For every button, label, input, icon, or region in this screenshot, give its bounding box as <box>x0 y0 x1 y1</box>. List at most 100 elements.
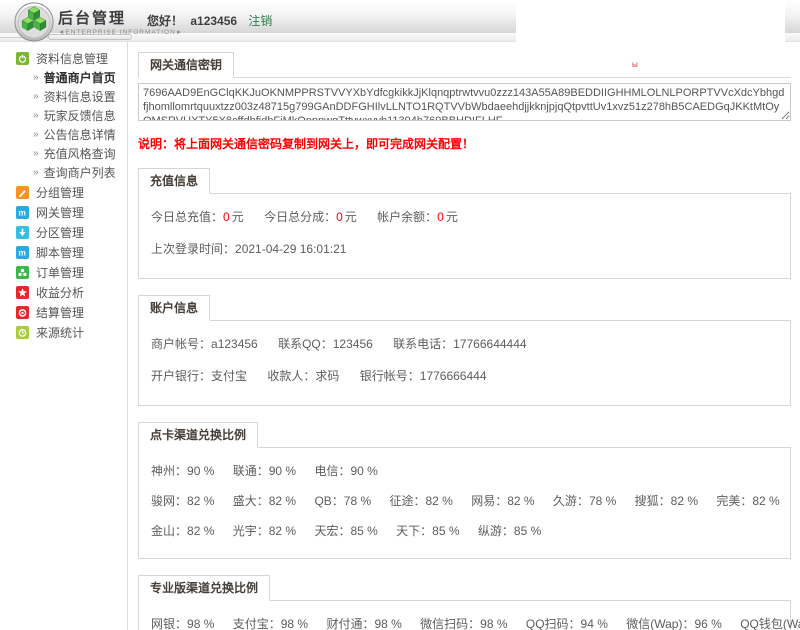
last-login-label: 上次登录时间： <box>151 242 235 256</box>
ratio-wangyin: 网银：98 % <box>151 615 214 630</box>
recharge-info-panel: 充值信息 今日总充值：0元 今日总分成：0元 帐户余额：0元 上次登录时间：20… <box>138 168 791 279</box>
sidebar: 资料信息管理 » 普通商户首页 » 资料信息设置 » 玩家反馈信息 » 公告信息… <box>0 42 128 630</box>
ratio-value: 82 % <box>187 494 214 508</box>
clover-icon <box>16 266 29 279</box>
stat-unit: 元 <box>446 210 458 224</box>
sidebar-item-source-statistics[interactable]: 来源统计 <box>0 322 127 342</box>
ratio-label: 联通： <box>233 464 269 478</box>
chevron-right-icon: » <box>33 72 39 83</box>
ratio-label: 征途： <box>389 494 425 508</box>
ratio-label: 纵游： <box>478 524 514 538</box>
field-value: 求码 <box>315 369 339 383</box>
sidebar-item-info-management[interactable]: 资料信息管理 <box>0 48 127 68</box>
ratio-value: 98 % <box>374 617 401 630</box>
sidebar-item-group-management[interactable]: 分组管理 <box>0 182 127 202</box>
stat-value: 0 <box>437 210 444 224</box>
ratio-label: 财付通： <box>326 617 374 630</box>
ratio-value: 82 % <box>187 524 214 538</box>
sidebar-item-label: 分区管理 <box>36 224 84 241</box>
tab-pro-ratio[interactable]: 专业版渠道兑换比例 <box>138 575 270 601</box>
stat-label: 帐户余额： <box>377 210 437 224</box>
ratio-label: 久游： <box>553 494 589 508</box>
sidebar-item-gateway-management[interactable]: m 网关管理 <box>0 202 127 222</box>
ratio-qq-wallet-wap: QQ钱包(Wap)：97 % <box>740 615 800 630</box>
gateway-key-textarea[interactable]: 7696AAD9EnGClqKKJuOKNMPPRSTVVYXbYdfcgkik… <box>138 83 791 121</box>
ratio-label: QQ钱包(Wap)： <box>740 617 800 630</box>
tab-card-ratio[interactable]: 点卡渠道兑换比例 <box>138 422 258 448</box>
sidebar-item-label: 结算管理 <box>36 304 84 321</box>
ratio-value: 94 % <box>581 617 608 630</box>
ratio-value: 82 % <box>507 494 534 508</box>
logout-link[interactable]: 注销 <box>248 14 272 28</box>
account-info-body: 商户帐号：a123456 联系QQ：123456 联系电话：1776664444… <box>138 320 791 406</box>
chevron-right-icon: » <box>33 110 39 121</box>
pro-ratio-panel: 专业版渠道兑换比例 网银：98 % 支付宝：98 % 财付通：98 % 微信扫码… <box>138 575 791 630</box>
user-greeting: 您好！ a123456 注销 <box>147 12 272 29</box>
field-label: 联系电话： <box>393 337 453 351</box>
ratio-value: 85 % <box>514 524 541 538</box>
ratio-label: 网易： <box>471 494 507 508</box>
chevron-right-icon: » <box>33 148 39 159</box>
account-merchant-id: 商户帐号：a123456 <box>151 335 258 352</box>
stat-value: 0 <box>336 210 343 224</box>
stat-today-recharge: 今日总充值：0元 <box>151 208 244 225</box>
ratio-label: 完美： <box>716 494 752 508</box>
ratio-label: 网银： <box>151 617 187 630</box>
sidebar-subitem-info-settings[interactable]: » 资料信息设置 <box>0 87 127 106</box>
ratio-value: 90 % <box>269 464 296 478</box>
last-login: 上次登录时间：2021-04-29 16:01:21 <box>151 240 346 257</box>
sidebar-subitem-announcement-detail[interactable]: » 公告信息详情 <box>0 125 127 144</box>
sidebar-subitem-merchant-list-query[interactable]: » 查询商户列表 <box>0 163 127 182</box>
field-value: 支付宝 <box>211 369 247 383</box>
sidebar-item-settlement-management[interactable]: 结算管理 <box>0 302 127 322</box>
sidebar-subitem-label: 资料信息设置 <box>44 88 116 105</box>
sidebar-item-order-management[interactable]: 订单管理 <box>0 262 127 282</box>
ratio-label: 微信(Wap)： <box>626 617 694 630</box>
tab-rule <box>138 77 791 78</box>
record-icon <box>16 306 29 319</box>
sidebar-item-revenue-analysis[interactable]: 收益分析 <box>0 282 127 302</box>
ratio-jiuyou: 久游：78 % <box>553 492 616 509</box>
ratio-row: 金山：82 % 光宇：82 % 天宏：85 % 天下：85 % 纵游：85 % <box>151 522 778 539</box>
stat-label: 今日总分成： <box>264 210 336 224</box>
field-value: a123456 <box>211 337 258 351</box>
ratio-label: 电信： <box>314 464 350 478</box>
stat-label: 今日总充值： <box>151 210 223 224</box>
chevron-right-icon: » <box>33 91 39 102</box>
sidebar-item-label: 收益分析 <box>36 284 84 301</box>
sidebar-subitem-recharge-style-query[interactable]: » 充值风格查询 <box>0 144 127 163</box>
account-contact-qq: 联系QQ：123456 <box>278 335 373 352</box>
gateway-note: 说明：将上面网关通信密码复制到网关上，即可完成网关配置！ <box>138 135 791 152</box>
ratio-label: 天宏： <box>314 524 350 538</box>
sidebar-subitem-label: 普通商户首页 <box>44 69 116 86</box>
tab-gateway-key[interactable]: 网关通信密钥 <box>138 52 234 78</box>
sidebar-subitem-player-feedback[interactable]: » 玩家反馈信息 <box>0 106 127 125</box>
main-content: ы 网关通信密钥 7696AAD9EnGClqKKJuOKNMPPRSTVVYX… <box>129 42 800 630</box>
ratio-dianxin: 电信：90 % <box>314 462 377 479</box>
tab-account-info[interactable]: 账户信息 <box>138 295 210 321</box>
ratio-value: 90 % <box>350 464 377 478</box>
ratio-tianhong: 天宏：85 % <box>314 522 377 539</box>
ratio-liantong: 联通：90 % <box>233 462 296 479</box>
ratio-value: 82 % <box>269 524 296 538</box>
field-value: 1776666444 <box>420 369 487 383</box>
sidebar-item-label: 资料信息管理 <box>36 50 108 67</box>
recharge-stats-line: 今日总充值：0元 今日总分成：0元 帐户余额：0元 <box>151 208 778 225</box>
power-icon <box>16 52 29 65</box>
sidebar-subitem-merchant-home[interactable]: » 普通商户首页 <box>0 68 127 87</box>
ratio-value: 85 % <box>432 524 459 538</box>
ratio-value: 85 % <box>350 524 377 538</box>
ratio-label: 天下： <box>396 524 432 538</box>
tab-recharge-info[interactable]: 充值信息 <box>138 168 210 194</box>
account-bank: 开户银行：支付宝 <box>151 367 247 384</box>
account-contact-phone: 联系电话：17766644444 <box>393 335 526 352</box>
sidebar-item-partition-management[interactable]: 分区管理 <box>0 222 127 242</box>
sidebar-item-script-management[interactable]: m 脚本管理 <box>0 242 127 262</box>
clock-icon <box>16 326 29 339</box>
red-artifact-glyph: ы <box>632 61 638 69</box>
ratio-shengda: 盛大：82 % <box>233 492 296 509</box>
ratio-weixin-scan: 微信扫码：98 % <box>420 615 507 630</box>
account-info-panel: 账户信息 商户帐号：a123456 联系QQ：123456 联系电话：17766… <box>138 295 791 406</box>
ratio-label: QB： <box>314 494 343 508</box>
ratio-label: 盛大： <box>233 494 269 508</box>
